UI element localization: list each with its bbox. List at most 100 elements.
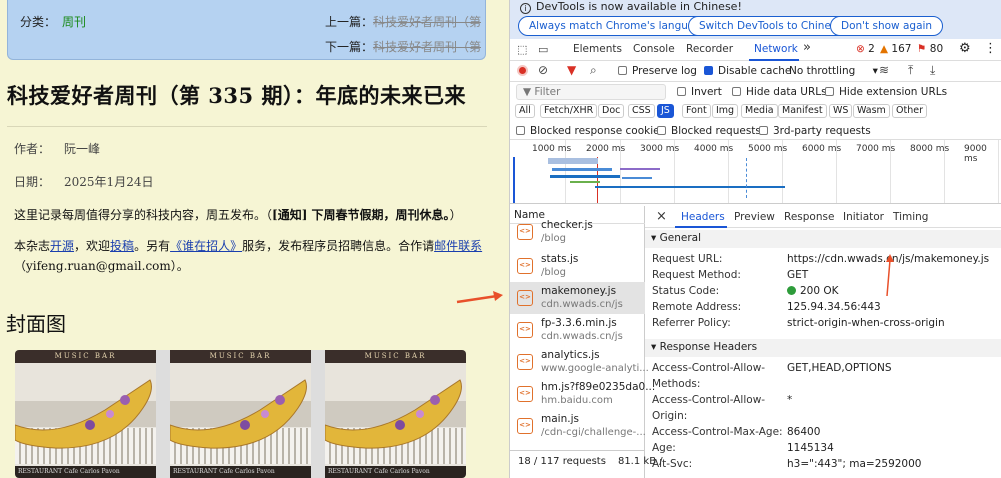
- checkbox-icon: [732, 87, 741, 96]
- import-har-icon[interactable]: ⤒: [908, 63, 913, 78]
- sign-text: RESTAURANT: [173, 468, 218, 475]
- tab-timing[interactable]: Timing: [893, 211, 928, 223]
- blocked-requests-checkbox[interactable]: Blocked requests: [657, 125, 761, 137]
- invert-label: Invert: [691, 86, 722, 98]
- tab-preview[interactable]: Preview: [734, 211, 775, 223]
- network-overview-timeline[interactable]: 1000 ms 2000 ms 3000 ms 4000 ms 5000 ms …: [510, 140, 1001, 204]
- tab-network[interactable]: Network: [754, 43, 798, 55]
- type-filter-other[interactable]: Other: [892, 104, 927, 118]
- blocked-cookies-label: Blocked response cookies: [530, 125, 666, 137]
- tab-initiator[interactable]: Initiator: [843, 211, 884, 223]
- third-party-label: 3rd-party requests: [773, 125, 871, 137]
- remote-address-value: 125.94.34.56:443: [787, 301, 881, 313]
- type-filter-img[interactable]: Img: [712, 104, 739, 118]
- general-section-header[interactable]: ▾ General: [645, 230, 1001, 248]
- header-key: Access-Control-Max-Age:: [652, 426, 783, 438]
- prev-article-link[interactable]: 科技爱好者周刊（第: [373, 15, 481, 29]
- type-filter-manifest[interactable]: Manifest: [778, 104, 827, 118]
- issue-count: 80: [929, 43, 944, 55]
- type-filter-ws[interactable]: WS: [829, 104, 853, 118]
- category-label: 分类：: [20, 15, 57, 29]
- filter-funnel-icon[interactable]: ▼: [567, 63, 576, 77]
- timeline-tick: 7000 ms: [856, 144, 896, 154]
- blocked-cookies-checkbox[interactable]: Blocked response cookies: [516, 125, 665, 137]
- request-row[interactable]: <> checker.js/blog: [510, 216, 645, 248]
- hide-extension-urls-label: Hide extension URLs: [839, 86, 948, 98]
- close-icon[interactable]: ×: [656, 209, 667, 224]
- search-icon[interactable]: ⌕: [590, 63, 597, 78]
- timeline-tick: 4000 ms: [694, 144, 734, 154]
- clear-icon[interactable]: ⊘: [538, 63, 548, 77]
- dont-show-again-button[interactable]: Don't show again: [830, 16, 944, 36]
- photo-sign: RESTAURANT Cafe Carlos Pavon: [15, 466, 156, 478]
- type-filter-fetch-xhr[interactable]: Fetch/XHR: [540, 104, 598, 118]
- request-domain: cdn.wwads.cn/js: [541, 331, 623, 342]
- timeline-tick: 9000 ms: [964, 144, 987, 164]
- about-text-2: ，欢迎: [74, 239, 111, 253]
- type-filter-media[interactable]: Media: [741, 104, 778, 118]
- type-filter-js[interactable]: JS: [657, 104, 674, 118]
- export-har-icon[interactable]: ⤓: [930, 63, 935, 78]
- settings-gear-icon[interactable]: ⚙: [959, 41, 971, 56]
- hiring-link[interactable]: 《谁在招人》: [170, 239, 242, 253]
- more-options-icon[interactable]: ⋮: [984, 41, 997, 56]
- category-link[interactable]: 周刊: [62, 15, 86, 29]
- tab-response[interactable]: Response: [784, 211, 834, 223]
- tab-headers[interactable]: Headers: [681, 211, 725, 223]
- request-domain: www.google-analyti...: [541, 363, 649, 374]
- type-filter-all[interactable]: All: [515, 104, 535, 118]
- network-conditions-icon[interactable]: ≋: [879, 63, 889, 77]
- devtools-panel: i DevTools is now available in Chinese! A…: [509, 0, 1001, 478]
- type-filter-font[interactable]: Font: [682, 104, 711, 118]
- throttling-select[interactable]: No throttling ▾: [789, 65, 878, 77]
- invert-checkbox[interactable]: Invert: [677, 86, 722, 98]
- request-row-selected[interactable]: <> makemoney.js cdn.wwads.cn/js: [510, 282, 645, 314]
- request-row[interactable]: <> fp-3.3.6.min.js cdn.wwads.cn/js: [510, 314, 645, 346]
- disable-cache-checkbox[interactable]: Disable cache: [704, 65, 791, 77]
- email-contact-link[interactable]: 邮件联系: [434, 239, 482, 253]
- request-row[interactable]: <> analytics.js www.google-analyti...: [510, 346, 649, 378]
- request-row[interactable]: <> hm.js?f89e0235da0... hm.baidu.com: [510, 378, 655, 410]
- request-row[interactable]: <> stats.js/blog: [510, 250, 645, 282]
- requests-count: 18 / 117 requests: [518, 456, 606, 467]
- device-toolbar-icon[interactable]: ▭: [538, 43, 548, 56]
- tab-console[interactable]: Console: [633, 43, 675, 55]
- error-counter[interactable]: ⊗ 2: [856, 43, 875, 55]
- checkbox-icon: [759, 126, 768, 135]
- request-row[interactable]: <> main.js/cdn-cgi/challenge-...: [510, 410, 646, 442]
- open-source-link[interactable]: 开源: [50, 239, 74, 253]
- hide-data-urls-checkbox[interactable]: Hide data URLs: [732, 86, 827, 98]
- sign-caption: Cafe Carlos Pavon: [219, 468, 275, 475]
- type-filter-css[interactable]: CSS: [628, 104, 655, 118]
- js-file-icon: <>: [517, 224, 533, 240]
- waterfall-bar: [570, 181, 600, 183]
- type-filter-doc[interactable]: Doc: [598, 104, 625, 118]
- filter-input[interactable]: ▼ Filter: [516, 84, 666, 100]
- preserve-log-checkbox[interactable]: Preserve log: [618, 65, 697, 77]
- next-article-link[interactable]: 科技爱好者周刊（第: [373, 40, 481, 54]
- issue-counter[interactable]: ⚑ 80: [917, 43, 943, 55]
- type-filter-wasm[interactable]: Wasm: [853, 104, 890, 118]
- network-toolbar: ⊘ ▼ ⌕ Preserve log Disable cache No thro…: [510, 61, 1001, 82]
- about-text-1: 本杂志: [14, 239, 51, 253]
- warning-counter[interactable]: ▲ 167: [880, 43, 911, 55]
- more-tabs-icon[interactable]: »: [803, 40, 811, 55]
- third-party-checkbox[interactable]: 3rd-party requests: [759, 125, 871, 137]
- checkbox-icon: [516, 126, 525, 135]
- infobar-message: i DevTools is now available in Chinese!: [520, 0, 742, 14]
- switch-to-chinese-button[interactable]: Switch DevTools to Chinese: [688, 16, 854, 36]
- record-icon[interactable]: [517, 65, 528, 76]
- triangle-down-icon: ▾: [651, 232, 657, 244]
- header-value: *: [787, 394, 793, 406]
- banana-sculpture-graphic: [325, 379, 462, 449]
- warning-count: 167: [891, 43, 912, 55]
- response-headers-section-header[interactable]: ▾ Response Headers: [645, 339, 1001, 357]
- inspect-element-icon[interactable]: ⬚: [517, 43, 527, 56]
- contribute-link[interactable]: 投稿: [110, 239, 134, 253]
- header-value: h3=":443"; ma=2592000: [787, 458, 922, 470]
- hide-extension-urls-checkbox[interactable]: Hide extension URLs: [825, 86, 947, 98]
- tab-elements[interactable]: Elements: [573, 43, 622, 55]
- waterfall-bar: [622, 177, 652, 179]
- tab-recorder[interactable]: Recorder: [686, 43, 733, 55]
- js-file-icon: <>: [517, 290, 533, 306]
